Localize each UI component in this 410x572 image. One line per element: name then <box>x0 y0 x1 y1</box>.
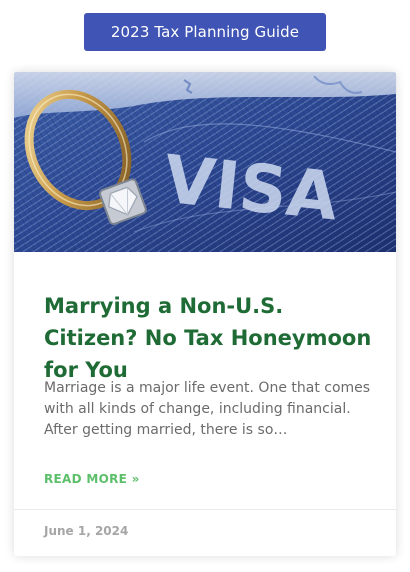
post-excerpt: Marriage is a major life event. One that… <box>44 380 371 438</box>
post-featured-image[interactable]: VISA <box>14 72 396 252</box>
blog-post-card: VISA Marrying a Non-U.S. Citizen? No Tax… <box>14 72 396 556</box>
card-divider <box>14 509 396 510</box>
post-title[interactable]: Marrying a Non-U.S. Citizen? No Tax Hone… <box>44 290 374 386</box>
read-more-link[interactable]: READ MORE » <box>44 472 140 486</box>
post-date: June 1, 2024 <box>44 524 129 538</box>
tax-planning-guide-button[interactable]: 2023 Tax Planning Guide <box>84 13 326 51</box>
